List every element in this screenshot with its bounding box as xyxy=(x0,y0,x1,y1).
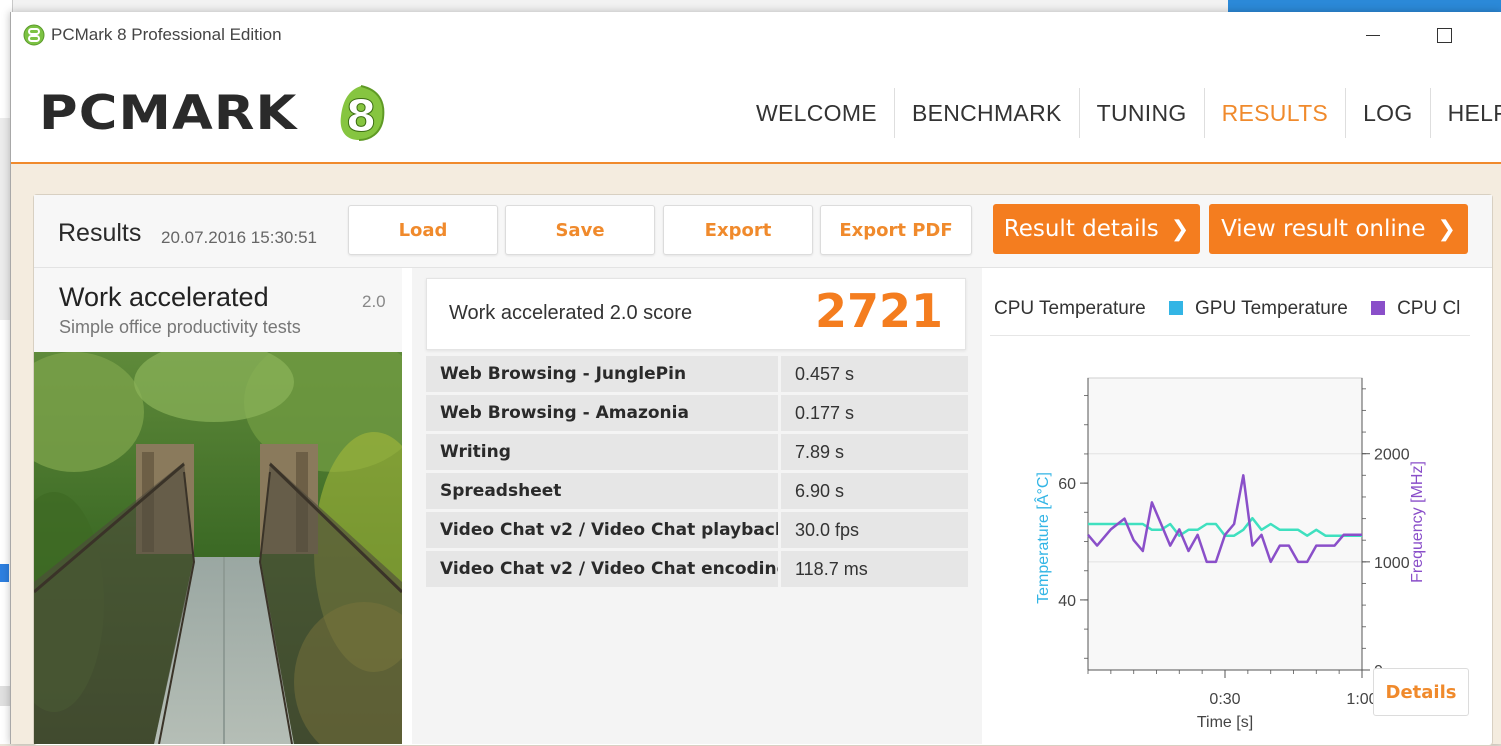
subtest-name: Writing xyxy=(426,434,778,470)
subtest-name: Video Chat v2 / Video Chat playback 1 v xyxy=(426,512,778,548)
subtest-name: Spreadsheet xyxy=(426,473,778,509)
app-header: PCMARK 8 WELCOME BENCHMARK TUNING RESULT… xyxy=(11,58,1501,164)
results-header: Results 20.07.2016 15:30:51 Load Save Ex… xyxy=(34,195,1492,268)
monitoring-column: CPU Temperature GPU Temperature CPU Cl 0… xyxy=(990,268,1490,744)
background-window-edge xyxy=(1228,0,1501,12)
export-pdf-button[interactable]: Export PDF xyxy=(820,205,972,255)
pcmark-app-icon xyxy=(23,24,45,46)
nav-help[interactable]: HELP xyxy=(1429,88,1501,138)
score-box: Work accelerated 2.0 score 2721 xyxy=(426,278,966,350)
save-button[interactable]: Save xyxy=(505,205,655,255)
result-details-button[interactable]: Result details ❯ xyxy=(993,204,1200,254)
pcmark-logo: PCMARK 8 xyxy=(39,84,389,144)
score-value: 2721 xyxy=(814,284,943,338)
test-description: Simple office productivity tests xyxy=(59,317,301,337)
subtest-value: 30.0 fps xyxy=(781,512,968,548)
subtest-name: Web Browsing - JunglePin xyxy=(426,356,778,392)
subtest-value: 0.457 s xyxy=(781,356,968,392)
nav-tuning[interactable]: TUNING xyxy=(1078,88,1204,138)
results-panel: Results 20.07.2016 15:30:51 Load Save Ex… xyxy=(33,194,1493,746)
table-row: Writing 7.89 s xyxy=(426,434,968,470)
table-row: Video Chat v2 / Video Chat playback 1 v … xyxy=(426,512,968,548)
y-right-tick-label: 1000 xyxy=(1374,555,1410,572)
subtest-name: Web Browsing - Amazonia xyxy=(426,395,778,431)
logo-number: 8 xyxy=(346,91,377,142)
nav-results[interactable]: RESULTS xyxy=(1203,88,1345,138)
subtest-value: 6.90 s xyxy=(781,473,968,509)
nav-welcome[interactable]: WELCOME xyxy=(739,88,894,138)
load-button[interactable]: Load xyxy=(348,205,498,255)
jungle-bridge-image xyxy=(34,352,402,744)
y-right-axis-title: Frequency [MHz] xyxy=(1409,461,1426,583)
x-tick-label: 0:30 xyxy=(1209,691,1240,708)
minimize-button[interactable] xyxy=(1356,20,1390,50)
view-result-online-button[interactable]: View result online ❯ xyxy=(1209,204,1468,254)
pcmark-window: PCMark 8 Professional Edition PCMARK 8 W… xyxy=(10,12,1501,746)
title-bar[interactable]: PCMark 8 Professional Edition xyxy=(11,12,1501,58)
test-info-column: Work accelerated 2.0 Simple office produ… xyxy=(34,268,402,744)
background-selection xyxy=(0,564,9,582)
nav-log[interactable]: LOG xyxy=(1345,88,1429,138)
table-row: Video Chat v2 / Video Chat encoding v2 1… xyxy=(426,551,968,587)
view-online-label: View result online xyxy=(1221,216,1426,242)
main-nav: WELCOME BENCHMARK TUNING RESULTS LOG HEL… xyxy=(739,88,1501,138)
score-column: Work accelerated 2.0 score 2721 Web Brow… xyxy=(412,268,982,744)
logo-eight-badge: 8 xyxy=(340,85,385,142)
result-details-label: Result details xyxy=(1003,216,1159,242)
results-date: 20.07.2016 15:30:51 xyxy=(161,228,317,247)
subtest-value: 118.7 ms xyxy=(781,551,968,587)
subtest-value: 0.177 s xyxy=(781,395,968,431)
y-left-tick-label: 40 xyxy=(1058,593,1076,610)
export-button[interactable]: Export xyxy=(663,205,813,255)
window-title: PCMark 8 Professional Edition xyxy=(51,25,282,44)
y-right-tick-label: 2000 xyxy=(1374,447,1410,464)
y-left-tick-label: 60 xyxy=(1058,476,1076,493)
table-row: Web Browsing - Amazonia 0.177 s xyxy=(426,395,968,431)
details-button[interactable]: Details xyxy=(1373,668,1469,716)
logo-text: PCMARK xyxy=(39,86,298,141)
subtest-value: 7.89 s xyxy=(781,434,968,470)
subtest-table: Web Browsing - JunglePin 0.457 s Web Bro… xyxy=(426,356,968,590)
y-left-axis-title: Temperature [Â°C] xyxy=(1033,472,1052,604)
nav-benchmark[interactable]: BENCHMARK xyxy=(893,88,1079,138)
chevron-right-icon: ❯ xyxy=(1437,216,1456,242)
table-row: Spreadsheet 6.90 s xyxy=(426,473,968,509)
test-name: Work accelerated xyxy=(59,282,269,312)
results-title: Results xyxy=(58,219,142,247)
x-axis-title: Time [s] xyxy=(1197,714,1253,731)
minimize-icon xyxy=(1366,34,1380,36)
test-version: 2.0 xyxy=(362,292,386,311)
chevron-right-icon: ❯ xyxy=(1170,216,1190,242)
score-label: Work accelerated 2.0 score xyxy=(449,302,693,324)
maximize-button[interactable] xyxy=(1427,20,1461,50)
table-row: Web Browsing - JunglePin 0.457 s xyxy=(426,356,968,392)
subtest-name: Video Chat v2 / Video Chat encoding v2 xyxy=(426,551,778,587)
maximize-icon xyxy=(1436,27,1452,43)
